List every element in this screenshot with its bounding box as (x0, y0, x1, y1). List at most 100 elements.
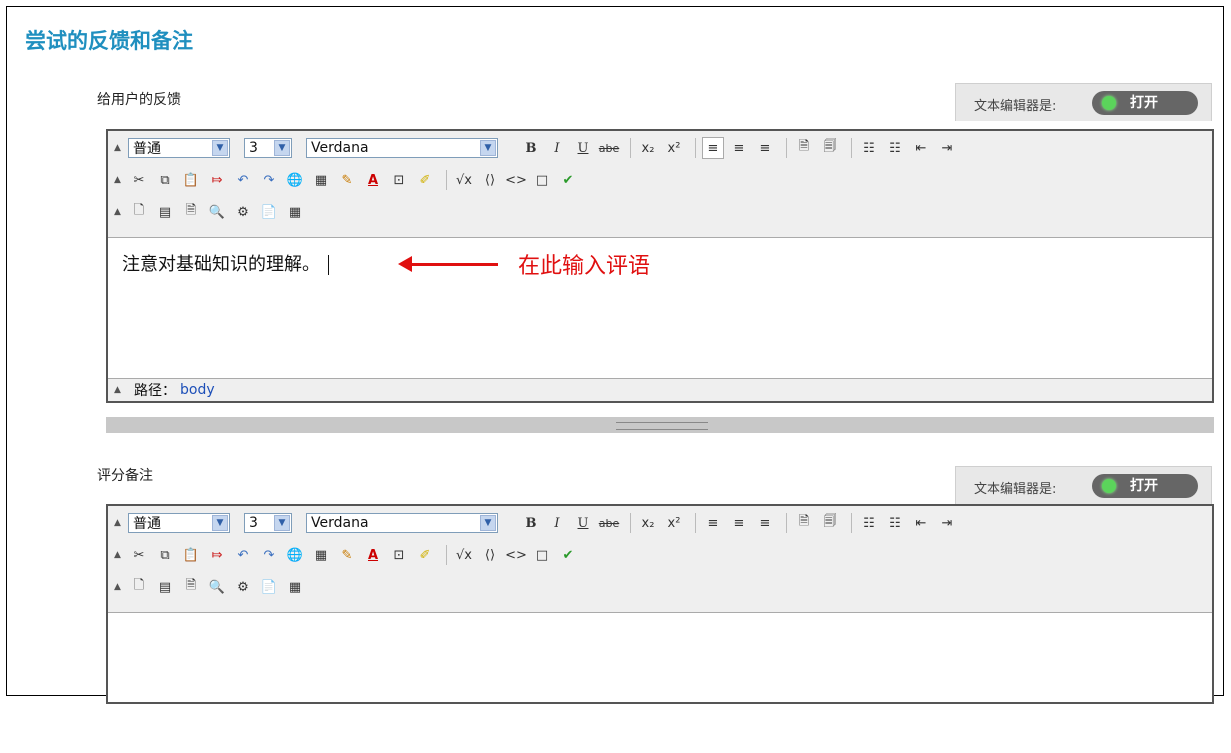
indent-icon[interactable]: ⇥ (936, 137, 958, 159)
media-icon[interactable]: 🗎 (180, 201, 202, 223)
link-icon[interactable]: 🌐 (284, 169, 306, 191)
font-select[interactable]: Verdana ▼ (306, 513, 498, 533)
strikethrough-icon[interactable]: abe (598, 512, 620, 534)
toolbar-separator (446, 170, 447, 190)
collapse-toolbar-icon[interactable]: ▲ (114, 550, 124, 560)
insert-table-icon[interactable]: ▦ (284, 576, 306, 598)
resize-handle[interactable] (106, 417, 1214, 433)
pencil-icon[interactable]: ✎ (336, 169, 358, 191)
ltr-icon[interactable]: 🗎 (793, 137, 815, 159)
superscript-icon[interactable]: x² (663, 137, 685, 159)
bold-icon[interactable]: B (520, 137, 542, 159)
ordered-list-icon[interactable]: ☷ (858, 512, 880, 534)
new-document-icon[interactable]: 🗋 (128, 201, 150, 223)
editor-toggle-button[interactable]: 打开 (1092, 474, 1198, 498)
clean-icon[interactable]: ⤇ (206, 544, 228, 566)
code-icon[interactable]: <> (505, 169, 527, 191)
cut-icon[interactable]: ✂ (128, 544, 150, 566)
collapse-toolbar-icon[interactable]: ▲ (114, 207, 124, 217)
paste-icon[interactable]: 📋 (180, 544, 202, 566)
indent-icon[interactable]: ⇥ (936, 512, 958, 534)
italic-icon[interactable]: I (546, 512, 568, 534)
font-color-icon[interactable]: A (362, 544, 384, 566)
size-select[interactable]: 3 ▼ (244, 138, 292, 158)
copy-icon[interactable]: ⧉ (154, 544, 176, 566)
paste-icon[interactable]: 📋 (180, 169, 202, 191)
feedback-text-area[interactable]: 注意对基础知识的理解。 在此输入评语 (108, 238, 1212, 378)
nolink-icon[interactable]: ⟨⟩ (479, 169, 501, 191)
bold-icon[interactable]: B (520, 512, 542, 534)
redo-icon[interactable]: ↷ (258, 544, 280, 566)
equation-icon[interactable]: √x (453, 544, 475, 566)
cut-icon[interactable]: ✂ (128, 169, 150, 191)
collapse-pathbar-icon[interactable]: ▲ (114, 385, 124, 395)
spellcheck-icon[interactable]: ✔ (557, 544, 579, 566)
code-icon[interactable]: <> (505, 544, 527, 566)
collapse-toolbar-icon[interactable]: ▲ (114, 518, 124, 528)
superscript-icon[interactable]: x² (663, 512, 685, 534)
font-color-icon[interactable]: A (362, 169, 384, 191)
align-left-icon[interactable]: ≡ (702, 137, 724, 159)
subscript-icon[interactable]: x₂ (637, 512, 659, 534)
table-icon[interactable]: ▦ (310, 544, 332, 566)
subscript-icon[interactable]: x₂ (637, 137, 659, 159)
highlight-icon[interactable]: ✐ (414, 169, 436, 191)
table-icon[interactable]: ▦ (310, 169, 332, 191)
align-center-icon[interactable]: ≡ (728, 512, 750, 534)
outdent-icon[interactable]: ⇤ (910, 512, 932, 534)
editor-toolbar: ▲ 普通 ▼ 3 ▼ Verdana ▼ B I U abe x₂ x² ≡ ≡… (108, 506, 1212, 613)
format-select[interactable]: 普通 ▼ (128, 138, 230, 158)
rtl-icon[interactable]: 🗐 (819, 512, 841, 534)
pencil-icon[interactable]: ✎ (336, 544, 358, 566)
insert-table-icon[interactable]: ▦ (284, 201, 306, 223)
template-icon[interactable]: ▤ (154, 576, 176, 598)
paste-word-icon[interactable]: 📄 (258, 201, 280, 223)
grading-notes-text-area[interactable] (108, 613, 1212, 753)
collapse-toolbar-icon[interactable]: ▲ (114, 175, 124, 185)
copy-icon[interactable]: ⧉ (154, 169, 176, 191)
link-icon[interactable]: 🌐 (284, 544, 306, 566)
underline-icon[interactable]: U (572, 137, 594, 159)
format-select[interactable]: 普通 ▼ (128, 513, 230, 533)
underline-icon[interactable]: U (572, 512, 594, 534)
collapse-toolbar-icon[interactable]: ▲ (114, 582, 124, 592)
fullscreen-icon[interactable]: □ (531, 169, 553, 191)
font-select[interactable]: Verdana ▼ (306, 138, 498, 158)
nolink-icon[interactable]: ⟨⟩ (479, 544, 501, 566)
new-document-icon[interactable]: 🗋 (128, 576, 150, 598)
outdent-icon[interactable]: ⇤ (910, 137, 932, 159)
search-icon[interactable]: 🔍 (206, 576, 228, 598)
undo-icon[interactable]: ↶ (232, 169, 254, 191)
align-right-icon[interactable]: ≡ (754, 512, 776, 534)
italic-icon[interactable]: I (546, 137, 568, 159)
replace-icon[interactable]: ⚙ (232, 576, 254, 598)
template-icon[interactable]: ▤ (154, 201, 176, 223)
fullscreen-icon[interactable]: □ (531, 544, 553, 566)
path-value[interactable]: body (180, 382, 215, 398)
undo-icon[interactable]: ↶ (232, 544, 254, 566)
replace-icon[interactable]: ⚙ (232, 201, 254, 223)
align-center-icon[interactable]: ≡ (728, 137, 750, 159)
rtl-icon[interactable]: 🗐 (819, 137, 841, 159)
ltr-icon[interactable]: 🗎 (793, 512, 815, 534)
unordered-list-icon[interactable]: ☷ (884, 137, 906, 159)
editor-toggle-button[interactable]: 打开 (1092, 91, 1198, 115)
unordered-list-icon[interactable]: ☷ (884, 512, 906, 534)
equation-icon[interactable]: √x (453, 169, 475, 191)
collapse-toolbar-icon[interactable]: ▲ (114, 143, 124, 153)
highlight-icon[interactable]: ✐ (414, 544, 436, 566)
media-icon[interactable]: 🗎 (180, 576, 202, 598)
image-icon[interactable]: ⊡ (388, 169, 410, 191)
image-icon[interactable]: ⊡ (388, 544, 410, 566)
spellcheck-icon[interactable]: ✔ (557, 169, 579, 191)
paste-word-icon[interactable]: 📄 (258, 576, 280, 598)
search-icon[interactable]: 🔍 (206, 201, 228, 223)
align-left-icon[interactable]: ≡ (702, 512, 724, 534)
align-right-icon[interactable]: ≡ (754, 137, 776, 159)
size-select[interactable]: 3 ▼ (244, 513, 292, 533)
strikethrough-icon[interactable]: abe (598, 137, 620, 159)
chevron-down-icon: ▼ (274, 140, 290, 156)
ordered-list-icon[interactable]: ☷ (858, 137, 880, 159)
clean-icon[interactable]: ⤇ (206, 169, 228, 191)
redo-icon[interactable]: ↷ (258, 169, 280, 191)
